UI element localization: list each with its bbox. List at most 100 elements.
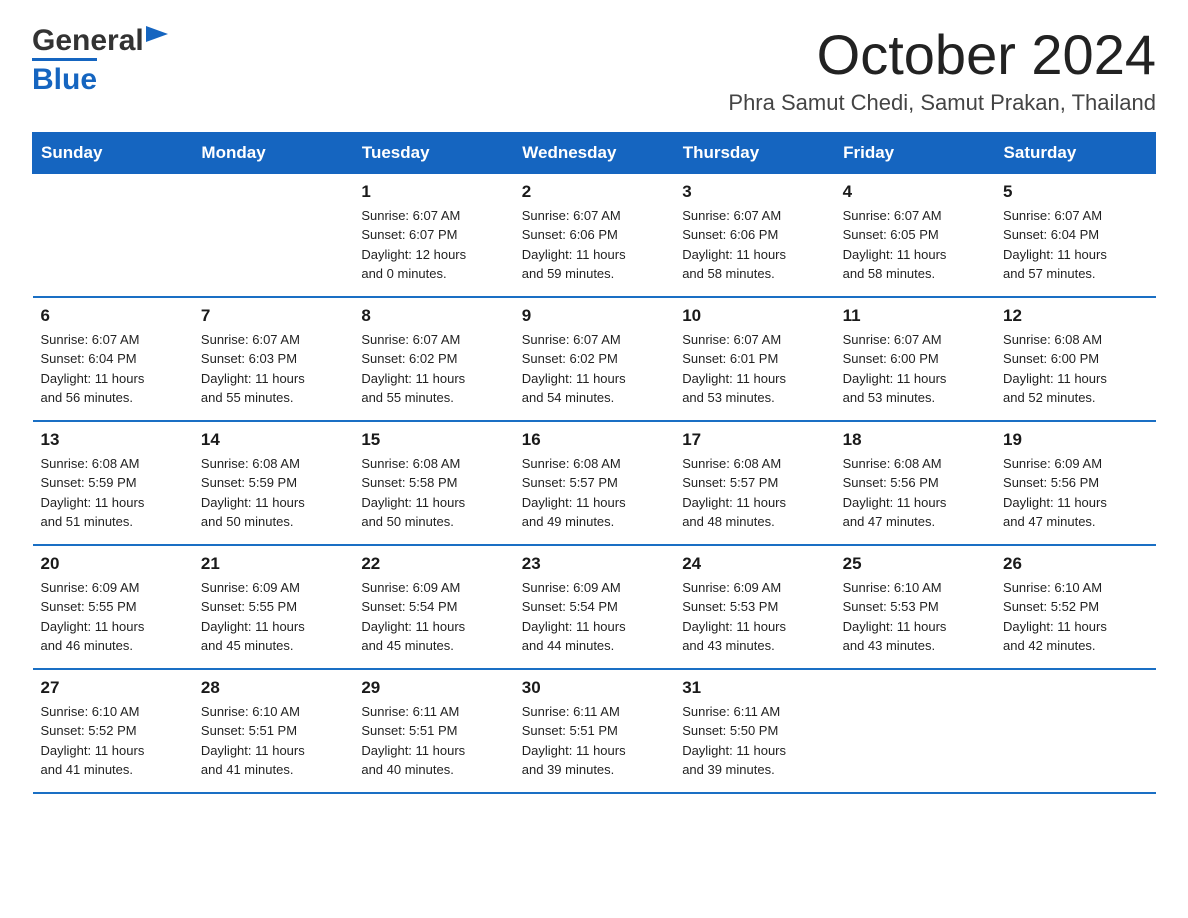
calendar-cell: 8Sunrise: 6:07 AM Sunset: 6:02 PM Daylig… [353,297,513,421]
day-info: Sunrise: 6:07 AM Sunset: 6:00 PM Dayligh… [843,330,987,408]
calendar-week-row: 1Sunrise: 6:07 AM Sunset: 6:07 PM Daylig… [33,173,1156,297]
day-info: Sunrise: 6:07 AM Sunset: 6:04 PM Dayligh… [41,330,185,408]
day-number: 3 [682,182,826,202]
day-info: Sunrise: 6:07 AM Sunset: 6:06 PM Dayligh… [682,206,826,284]
calendar-cell: 7 Sunrise: 6:07 AM Sunset: 6:03 PM Daylig… [193,297,353,421]
day-info: Sunrise: 6:10 AM Sunset: 5:52 PM Dayligh… [1003,578,1147,656]
day-number: 20 [41,554,185,574]
day-number: 5 [1003,182,1147,202]
calendar-cell: 4 Sunrise: 6:07 AM Sunset: 6:05 PM Daylig… [835,173,995,297]
logo-blue-text: Blue [32,58,97,96]
calendar-cell [193,173,353,297]
calendar-cell: 25Sunrise: 6:10 AM Sunset: 5:53 PM Dayli… [835,545,995,669]
day-info: Sunrise: 6:10 AM Sunset: 5:51 PM Dayligh… [201,702,345,780]
calendar-cell: 29 Sunrise: 6:11 AM Sunset: 5:51 PM Dayli… [353,669,513,793]
day-number: 31 [682,678,826,698]
calendar-week-row: 6 Sunrise: 6:07 AM Sunset: 6:04 PM Daylig… [33,297,1156,421]
day-info: Sunrise: 6:09 AM Sunset: 5:56 PM Dayligh… [1003,454,1147,532]
day-info: Sunrise: 6:11 AM Sunset: 5:51 PM Dayligh… [361,702,505,780]
day-info: Sunrise: 6:07 AM Sunset: 6:03 PM Dayligh… [201,330,345,408]
calendar-cell: 15Sunrise: 6:08 AM Sunset: 5:58 PM Dayli… [353,421,513,545]
day-number: 2 [522,182,666,202]
calendar-cell: 22 Sunrise: 6:09 AM Sunset: 5:54 PM Dayli… [353,545,513,669]
day-number: 24 [682,554,826,574]
calendar-header-monday: Monday [193,132,353,173]
logo-general-text: General [32,24,144,57]
calendar-cell: 17Sunrise: 6:08 AM Sunset: 5:57 PM Dayli… [674,421,834,545]
calendar-table: SundayMondayTuesdayWednesdayThursdayFrid… [32,132,1156,794]
calendar-cell: 18 Sunrise: 6:08 AM Sunset: 5:56 PM Dayli… [835,421,995,545]
calendar-cell: 14Sunrise: 6:08 AM Sunset: 5:59 PM Dayli… [193,421,353,545]
calendar-week-row: 13 Sunrise: 6:08 AM Sunset: 5:59 PM Dayli… [33,421,1156,545]
day-number: 4 [843,182,987,202]
calendar-cell: 24 Sunrise: 6:09 AM Sunset: 5:53 PM Dayli… [674,545,834,669]
calendar-cell [33,173,193,297]
calendar-cell: 26Sunrise: 6:10 AM Sunset: 5:52 PM Dayli… [995,545,1155,669]
calendar-cell: 19 Sunrise: 6:09 AM Sunset: 5:56 PM Dayli… [995,421,1155,545]
calendar-header-row: SundayMondayTuesdayWednesdayThursdayFrid… [33,132,1156,173]
logo: General Blue [32,24,168,96]
page-header: General Blue October 2024 Phra Samut Che… [32,24,1156,116]
day-number: 7 [201,306,345,326]
calendar-cell: 11 Sunrise: 6:07 AM Sunset: 6:00 PM Dayli… [835,297,995,421]
calendar-header-saturday: Saturday [995,132,1155,173]
day-info: Sunrise: 6:09 AM Sunset: 5:54 PM Dayligh… [522,578,666,656]
calendar-cell: 20 Sunrise: 6:09 AM Sunset: 5:55 PM Dayli… [33,545,193,669]
day-info: Sunrise: 6:08 AM Sunset: 5:59 PM Dayligh… [41,454,185,532]
day-info: Sunrise: 6:07 AM Sunset: 6:05 PM Dayligh… [843,206,987,284]
calendar-cell: 13 Sunrise: 6:08 AM Sunset: 5:59 PM Dayli… [33,421,193,545]
calendar-cell: 12 Sunrise: 6:08 AM Sunset: 6:00 PM Dayli… [995,297,1155,421]
day-number: 9 [522,306,666,326]
month-title: October 2024 [728,24,1156,86]
day-info: Sunrise: 6:07 AM Sunset: 6:06 PM Dayligh… [522,206,666,284]
title-area: October 2024 Phra Samut Chedi, Samut Pra… [728,24,1156,116]
day-info: Sunrise: 6:09 AM Sunset: 5:55 PM Dayligh… [41,578,185,656]
calendar-header-sunday: Sunday [33,132,193,173]
location-subtitle: Phra Samut Chedi, Samut Prakan, Thailand [728,90,1156,116]
day-info: Sunrise: 6:09 AM Sunset: 5:55 PM Dayligh… [201,578,345,656]
day-info: Sunrise: 6:09 AM Sunset: 5:54 PM Dayligh… [361,578,505,656]
logo: General Blue [32,24,168,96]
day-info: Sunrise: 6:09 AM Sunset: 5:53 PM Dayligh… [682,578,826,656]
calendar-header-tuesday: Tuesday [353,132,513,173]
day-number: 11 [843,306,987,326]
calendar-cell: 23Sunrise: 6:09 AM Sunset: 5:54 PM Dayli… [514,545,674,669]
calendar-cell: 21Sunrise: 6:09 AM Sunset: 5:55 PM Dayli… [193,545,353,669]
day-number: 22 [361,554,505,574]
day-number: 30 [522,678,666,698]
day-number: 12 [1003,306,1147,326]
calendar-cell: 27Sunrise: 6:10 AM Sunset: 5:52 PM Dayli… [33,669,193,793]
calendar-cell: 30 Sunrise: 6:11 AM Sunset: 5:51 PM Dayli… [514,669,674,793]
day-info: Sunrise: 6:08 AM Sunset: 5:56 PM Dayligh… [843,454,987,532]
calendar-cell: 6 Sunrise: 6:07 AM Sunset: 6:04 PM Daylig… [33,297,193,421]
calendar-week-row: 20 Sunrise: 6:09 AM Sunset: 5:55 PM Dayli… [33,545,1156,669]
day-info: Sunrise: 6:07 AM Sunset: 6:07 PM Dayligh… [361,206,505,284]
logo-bottom-line: Blue [32,58,168,96]
day-info: Sunrise: 6:08 AM Sunset: 5:58 PM Dayligh… [361,454,505,532]
day-number: 13 [41,430,185,450]
day-info: Sunrise: 6:08 AM Sunset: 5:57 PM Dayligh… [522,454,666,532]
calendar-cell: 31 Sunrise: 6:11 AM Sunset: 5:50 PM Dayli… [674,669,834,793]
day-info: Sunrise: 6:08 AM Sunset: 5:59 PM Dayligh… [201,454,345,532]
calendar-header-friday: Friday [835,132,995,173]
day-number: 25 [843,554,987,574]
day-number: 19 [1003,430,1147,450]
calendar-cell: 3 Sunrise: 6:07 AM Sunset: 6:06 PM Daylig… [674,173,834,297]
day-info: Sunrise: 6:07 AM Sunset: 6:01 PM Dayligh… [682,330,826,408]
day-number: 10 [682,306,826,326]
day-number: 29 [361,678,505,698]
calendar-cell: 1Sunrise: 6:07 AM Sunset: 6:07 PM Daylig… [353,173,513,297]
logo-top-line: General [32,24,168,57]
day-info: Sunrise: 6:07 AM Sunset: 6:02 PM Dayligh… [361,330,505,408]
day-info: Sunrise: 6:07 AM Sunset: 6:02 PM Dayligh… [522,330,666,408]
day-number: 28 [201,678,345,698]
day-info: Sunrise: 6:07 AM Sunset: 6:04 PM Dayligh… [1003,206,1147,284]
day-info: Sunrise: 6:08 AM Sunset: 6:00 PM Dayligh… [1003,330,1147,408]
calendar-cell: 28 Sunrise: 6:10 AM Sunset: 5:51 PM Dayli… [193,669,353,793]
day-number: 6 [41,306,185,326]
calendar-header-thursday: Thursday [674,132,834,173]
day-number: 18 [843,430,987,450]
day-info: Sunrise: 6:11 AM Sunset: 5:50 PM Dayligh… [682,702,826,780]
day-info: Sunrise: 6:11 AM Sunset: 5:51 PM Dayligh… [522,702,666,780]
day-number: 16 [522,430,666,450]
